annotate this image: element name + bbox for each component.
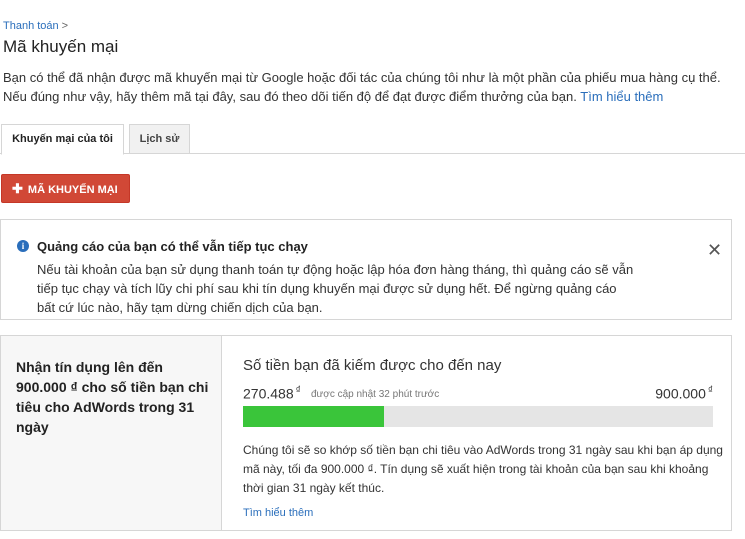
add-promo-code-button[interactable]: ✚ MÃ KHUYẾN MẠI: [1, 174, 130, 203]
tab-history[interactable]: Lịch sử: [129, 124, 190, 154]
tab-bar: Khuyến mại của tôi Lịch sử: [0, 124, 745, 155]
intro-text: Bạn có thể đã nhận được mã khuyến mại từ…: [3, 68, 743, 106]
close-icon[interactable]: ✕: [707, 241, 722, 259]
intro-line-2-text: Nếu đúng như vậy, hãy thêm mã tại đây, s…: [3, 89, 577, 104]
promo-card: Nhận tín dụng lên đến 900.000 ₫ cho số t…: [0, 335, 732, 531]
promo-card-title: Nhận tín dụng lên đến 900.000 ₫ cho số t…: [16, 359, 209, 435]
info-icon: i: [17, 240, 29, 252]
breadcrumb-separator: >: [61, 20, 69, 32]
promo-learn-more-link[interactable]: Tìm hiểu thêm: [243, 507, 313, 519]
max-amount-currency: ₫: [707, 385, 713, 396]
add-promo-code-label: MÃ KHUYẾN MẠI: [27, 184, 118, 196]
progress-bar: [243, 406, 713, 427]
max-amount: 900.000 ₫: [655, 385, 713, 402]
intro-line-2: Nếu đúng như vậy, hãy thêm mã tại đây, s…: [3, 87, 743, 106]
promo-card-summary: Nhận tín dụng lên đến 900.000 ₫ cho số t…: [1, 336, 222, 530]
updated-timestamp: được cập nhật 32 phút trước: [311, 389, 440, 400]
earned-title: Số tiền bạn đã kiếm được cho đến nay: [243, 357, 502, 374]
breadcrumb-link-billing[interactable]: Thanh toán: [3, 20, 59, 32]
notice-line-2: tiếp tục chạy và tích lũy chi phí sau kh…: [37, 281, 617, 296]
notice-body: Nếu tài khoản của bạn sử dụng thanh toán…: [37, 260, 647, 317]
learn-more-link[interactable]: Tìm hiểu thêm: [580, 89, 663, 104]
current-amount: 270.488 ₫: [243, 385, 301, 402]
current-amount-currency: ₫: [295, 385, 301, 396]
tab-my-promotions[interactable]: Khuyến mại của tôi: [1, 124, 124, 155]
plus-icon: ✚: [12, 181, 23, 196]
notice-line-1: Nếu tài khoản của bạn sử dụng thanh toán…: [37, 262, 634, 277]
info-notice: i Quảng cáo của bạn có thể vẫn tiếp tục …: [0, 219, 732, 320]
breadcrumb: Thanh toán >: [3, 20, 68, 32]
page-title: Mã khuyến mại: [3, 37, 119, 56]
intro-line-1: Bạn có thể đã nhận được mã khuyến mại từ…: [3, 70, 721, 85]
notice-title: Quảng cáo của bạn có thể vẫn tiếp tục ch…: [37, 239, 308, 254]
promo-description: Chúng tôi sẽ so khớp số tiền bạn chi tiê…: [243, 443, 723, 495]
progress-bar-fill: [243, 406, 385, 427]
current-amount-value: 270.488: [243, 385, 294, 402]
notice-line-3: bất cứ lúc nào, hãy tạm dừng chiến dịch …: [37, 300, 323, 315]
max-amount-value: 900.000: [655, 385, 706, 402]
